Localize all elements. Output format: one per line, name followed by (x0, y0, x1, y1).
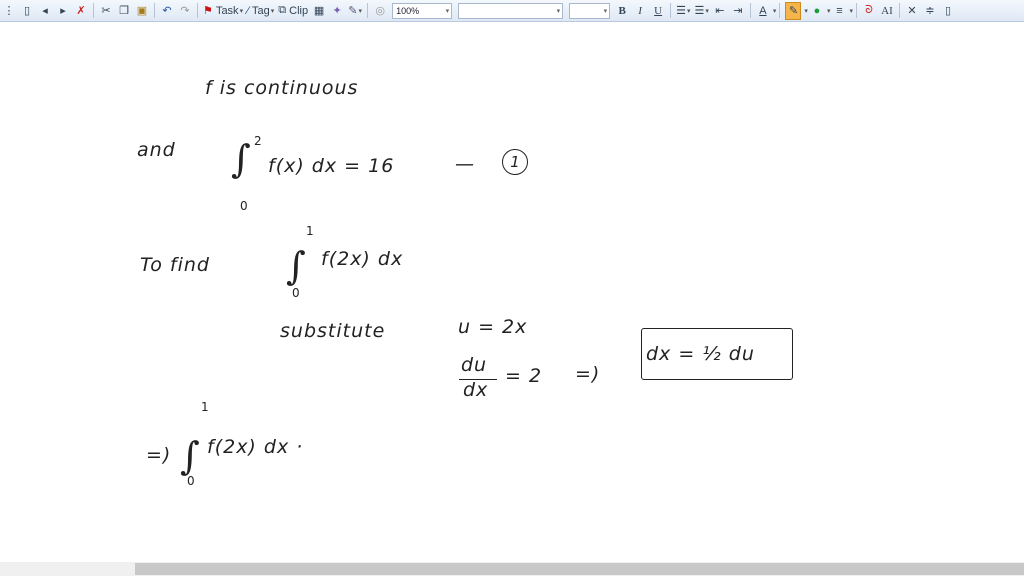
integral-1-dash: — (455, 153, 475, 175)
divider (749, 3, 751, 18)
note-implies: =) (575, 363, 601, 385)
integral-1-expression: f(x) dx = 16 (268, 155, 395, 177)
integral-2-lower: 0 (292, 286, 300, 300)
note-implies-2: =) (146, 444, 172, 466)
undo-icon[interactable]: ↶ (160, 3, 174, 19)
task-button[interactable]: ⚑ Task ▾ (203, 3, 243, 19)
zoom-icon[interactable]: ◎ (373, 3, 387, 19)
divider (898, 3, 900, 18)
integral-1-upper: 2 (254, 134, 262, 148)
font-color-button[interactable]: A (756, 3, 770, 19)
integral-sign-2: ∫ (286, 244, 306, 288)
divider (367, 3, 369, 18)
divider (855, 3, 857, 18)
lasso-icon[interactable]: ᘐ (862, 3, 876, 19)
equation-marker: 1 (502, 149, 528, 175)
chevron-down-icon: ▾ (603, 7, 608, 15)
note-to-find: To find (140, 254, 210, 276)
pen-color-icon[interactable]: ● (810, 3, 824, 19)
cut-icon[interactable]: ✂ (99, 3, 113, 19)
note-substitute: substitute (280, 320, 386, 342)
note-u-equals-2x: u = 2x (458, 316, 528, 338)
bold-button[interactable]: B (615, 3, 629, 19)
divider (779, 3, 781, 18)
note-canvas[interactable]: f is continuous and ∫ 2 0 f(x) dx = 16 —… (0, 22, 1024, 562)
integral-3-upper: 1 (201, 400, 209, 414)
clip-button[interactable]: ⧉ Clip (278, 3, 308, 19)
grip-icon: ⋮ (3, 5, 15, 17)
eraser-icon[interactable]: ✕ (905, 3, 919, 19)
fraction-dx: dx (463, 379, 489, 401)
flag-icon: ⚑ (203, 5, 213, 17)
clip-icon: ⧉ (278, 4, 287, 16)
tag-button[interactable]: ∕ Tag ▾ (247, 3, 274, 19)
decrease-indent-icon[interactable]: ⇤ (713, 3, 727, 19)
toolbar: ⋮ ▯ ◂ ▸ ✗ ✂ ❐ ▣ ↶ ↷ ⚑ Task ▾ ∕ Tag ▾ ⧉ Cli… (0, 0, 1024, 22)
note-line-continuous: f is continuous (205, 77, 359, 99)
note-and: and (137, 139, 176, 161)
text-size-button[interactable]: AI (880, 3, 894, 19)
redo-icon[interactable]: ↷ (178, 3, 192, 19)
clip-label: Clip (289, 4, 309, 17)
bullets-icon[interactable]: ☰ ▾ (676, 3, 690, 19)
fraction-du: du (461, 354, 488, 376)
divider (93, 3, 94, 18)
integral-1-lower: 0 (240, 199, 248, 213)
chevron-down-icon: ▾ (445, 7, 450, 15)
task-label: Task (215, 4, 239, 17)
italic-button[interactable]: I (633, 3, 647, 19)
pen-icon: ∕ (247, 4, 249, 17)
integral-3-lower: 0 (187, 474, 195, 488)
next-page-icon[interactable]: ▸ (56, 3, 70, 19)
increase-indent-icon[interactable]: ⇥ (731, 3, 745, 19)
zoom-select[interactable]: 100% ▾ (392, 2, 453, 19)
zoom-value: 100% (396, 5, 420, 16)
insert-space-icon[interactable]: ≑ (923, 3, 937, 19)
integral-sign-3: ∫ (180, 434, 200, 478)
horizontal-scrollbar[interactable] (0, 562, 1024, 576)
table-icon[interactable]: ▦ (312, 3, 326, 19)
numbering-icon[interactable]: ☰ ▾ (695, 3, 709, 19)
previous-page-icon[interactable]: ◂ (38, 3, 52, 19)
integral-sign-1: ∫ (231, 137, 251, 181)
note-equals-2: = 2 (505, 365, 543, 387)
new-page-icon[interactable]: ▯ (20, 3, 34, 19)
font-size-select[interactable]: ▾ (569, 2, 611, 19)
underline-button[interactable]: U (651, 3, 665, 19)
divider (197, 3, 198, 18)
scrollbar-thumb[interactable] (135, 563, 1024, 575)
tag-label: Tag (251, 4, 270, 17)
chevron-down-icon: ▾ (556, 7, 561, 15)
pen-tool-icon[interactable]: ✎ ▾ (348, 3, 362, 19)
copy-icon[interactable]: ❐ (117, 3, 131, 19)
font-name-select[interactable]: ▾ (458, 2, 564, 19)
integral-2-upper: 1 (306, 224, 314, 238)
line-weight-icon[interactable]: ≡ (832, 3, 846, 19)
integral-3-expression: f(2x) dx · (207, 436, 304, 458)
divider (154, 3, 155, 18)
delete-page-icon[interactable]: ✗ (74, 3, 88, 19)
boxed-result: dx = ½ du (641, 328, 793, 380)
integral-2-expression: f(2x) dx (321, 248, 404, 270)
paste-icon[interactable]: ▣ (135, 3, 149, 19)
overflow-icon[interactable]: ▯ (941, 3, 955, 19)
divider (670, 3, 672, 18)
highlighter-icon[interactable]: ✎ (785, 1, 802, 20)
map-icon[interactable]: ✦ (330, 3, 344, 19)
